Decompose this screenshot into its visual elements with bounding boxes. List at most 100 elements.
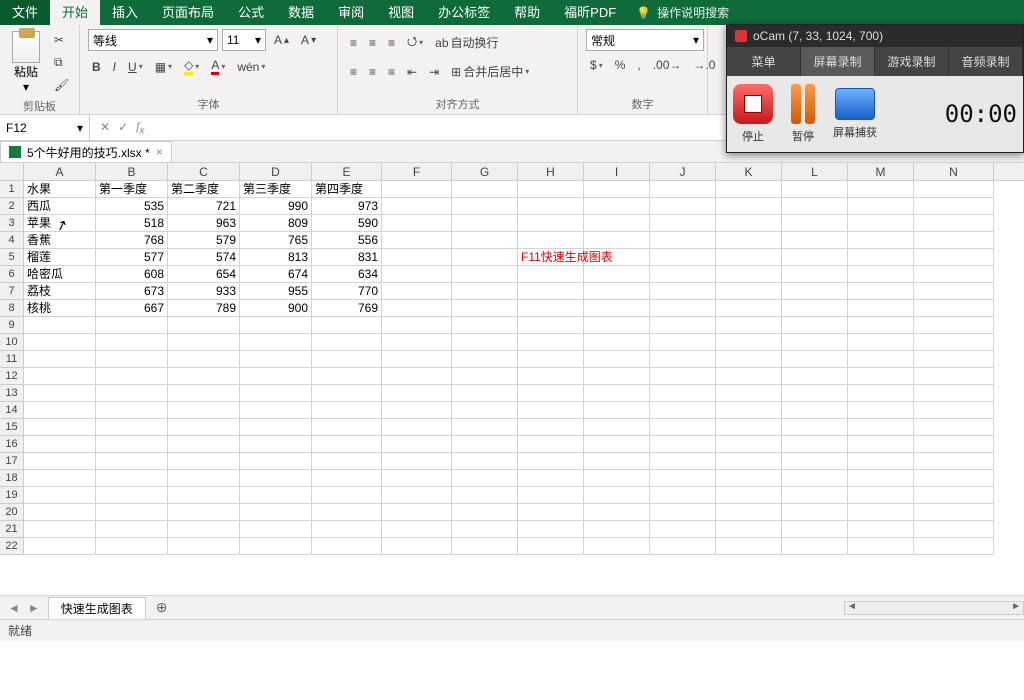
menu-tab-6[interactable]: 视图 — [376, 0, 426, 25]
cell-I12[interactable] — [584, 368, 650, 385]
cell-M19[interactable] — [848, 487, 914, 504]
cell-E12[interactable] — [312, 368, 382, 385]
cell-M3[interactable] — [848, 215, 914, 232]
cell-L8[interactable] — [782, 300, 848, 317]
font-name-select[interactable]: 等线▾ — [88, 29, 218, 51]
cell-F1[interactable] — [382, 181, 452, 198]
cell-M17[interactable] — [848, 453, 914, 470]
cell-J22[interactable] — [650, 538, 716, 555]
align-middle-button[interactable]: ≡ — [365, 33, 380, 53]
cell-C10[interactable] — [168, 334, 240, 351]
row-header-18[interactable]: 18 — [0, 470, 24, 487]
cell-D1[interactable]: 第三季度 — [240, 181, 312, 198]
menu-tab-3[interactable]: 公式 — [226, 0, 276, 25]
cell-I1[interactable] — [584, 181, 650, 198]
cell-E6[interactable]: 634 — [312, 266, 382, 283]
row-header-19[interactable]: 19 — [0, 487, 24, 504]
cell-C2[interactable]: 721 — [168, 198, 240, 215]
cell-C20[interactable] — [168, 504, 240, 521]
cell-L18[interactable] — [782, 470, 848, 487]
cell-J5[interactable] — [650, 249, 716, 266]
bold-button[interactable]: B — [88, 57, 105, 77]
cell-I13[interactable] — [584, 385, 650, 402]
cell-F4[interactable] — [382, 232, 452, 249]
cell-D16[interactable] — [240, 436, 312, 453]
cell-E15[interactable] — [312, 419, 382, 436]
cell-C8[interactable]: 789 — [168, 300, 240, 317]
sheet-tab-active[interactable]: 快速生成图表 — [48, 597, 146, 619]
cell-I18[interactable] — [584, 470, 650, 487]
menu-tab-1[interactable]: 插入 — [100, 0, 150, 25]
cell-I6[interactable] — [584, 266, 650, 283]
cell-M11[interactable] — [848, 351, 914, 368]
cell-M20[interactable] — [848, 504, 914, 521]
cell-A17[interactable] — [24, 453, 96, 470]
underline-button[interactable]: U▾ — [124, 57, 147, 77]
cell-D18[interactable] — [240, 470, 312, 487]
indent-decrease-button[interactable]: ⇤ — [403, 62, 421, 82]
cell-K2[interactable] — [716, 198, 782, 215]
name-box-input[interactable] — [6, 121, 66, 135]
cell-G15[interactable] — [452, 419, 518, 436]
cell-F9[interactable] — [382, 317, 452, 334]
cell-D21[interactable] — [240, 521, 312, 538]
cell-N6[interactable] — [914, 266, 994, 283]
cell-F5[interactable] — [382, 249, 452, 266]
cell-M12[interactable] — [848, 368, 914, 385]
cell-H7[interactable] — [518, 283, 584, 300]
indent-increase-button[interactable]: ⇥ — [425, 62, 443, 82]
cell-L1[interactable] — [782, 181, 848, 198]
paste-button[interactable]: 粘贴 ▾ — [8, 29, 44, 96]
cell-C4[interactable]: 579 — [168, 232, 240, 249]
accounting-format-button[interactable]: $▾ — [586, 55, 607, 75]
cell-E17[interactable] — [312, 453, 382, 470]
cell-K12[interactable] — [716, 368, 782, 385]
cell-J4[interactable] — [650, 232, 716, 249]
cell-N20[interactable] — [914, 504, 994, 521]
cell-H21[interactable] — [518, 521, 584, 538]
cell-G16[interactable] — [452, 436, 518, 453]
menu-tab-2[interactable]: 页面布局 — [150, 0, 226, 25]
cell-F8[interactable] — [382, 300, 452, 317]
cell-G7[interactable] — [452, 283, 518, 300]
decrease-decimal-button[interactable]: →.0 — [689, 55, 719, 75]
cell-J1[interactable] — [650, 181, 716, 198]
cell-J18[interactable] — [650, 470, 716, 487]
cell-L17[interactable] — [782, 453, 848, 470]
cell-J16[interactable] — [650, 436, 716, 453]
cell-E3[interactable]: 590 — [312, 215, 382, 232]
cell-I8[interactable] — [584, 300, 650, 317]
add-sheet-button[interactable]: ⊕ — [146, 599, 178, 616]
increase-font-button[interactable]: A▴ — [270, 30, 293, 50]
cell-I14[interactable] — [584, 402, 650, 419]
cell-N21[interactable] — [914, 521, 994, 538]
cell-B8[interactable]: 667 — [96, 300, 168, 317]
row-header-8[interactable]: 8 — [0, 300, 24, 317]
cell-C17[interactable] — [168, 453, 240, 470]
align-top-button[interactable]: ≡ — [346, 33, 361, 53]
row-header-20[interactable]: 20 — [0, 504, 24, 521]
cell-N22[interactable] — [914, 538, 994, 555]
cell-H4[interactable] — [518, 232, 584, 249]
cell-L14[interactable] — [782, 402, 848, 419]
cell-L3[interactable] — [782, 215, 848, 232]
column-header-E[interactable]: E — [312, 163, 382, 181]
fx-icon[interactable]: fx — [136, 119, 144, 136]
cell-A22[interactable] — [24, 538, 96, 555]
cell-D10[interactable] — [240, 334, 312, 351]
cell-D6[interactable]: 674 — [240, 266, 312, 283]
cell-I2[interactable] — [584, 198, 650, 215]
cell-I15[interactable] — [584, 419, 650, 436]
cell-K15[interactable] — [716, 419, 782, 436]
cell-J20[interactable] — [650, 504, 716, 521]
cell-H13[interactable] — [518, 385, 584, 402]
cell-C11[interactable] — [168, 351, 240, 368]
cell-E18[interactable] — [312, 470, 382, 487]
cell-J13[interactable] — [650, 385, 716, 402]
cell-B2[interactable]: 535 — [96, 198, 168, 215]
cell-A20[interactable] — [24, 504, 96, 521]
ocam-tab-1[interactable]: 屏幕录制 — [801, 47, 875, 76]
row-header-4[interactable]: 4 — [0, 232, 24, 249]
cell-H9[interactable] — [518, 317, 584, 334]
cell-A15[interactable] — [24, 419, 96, 436]
